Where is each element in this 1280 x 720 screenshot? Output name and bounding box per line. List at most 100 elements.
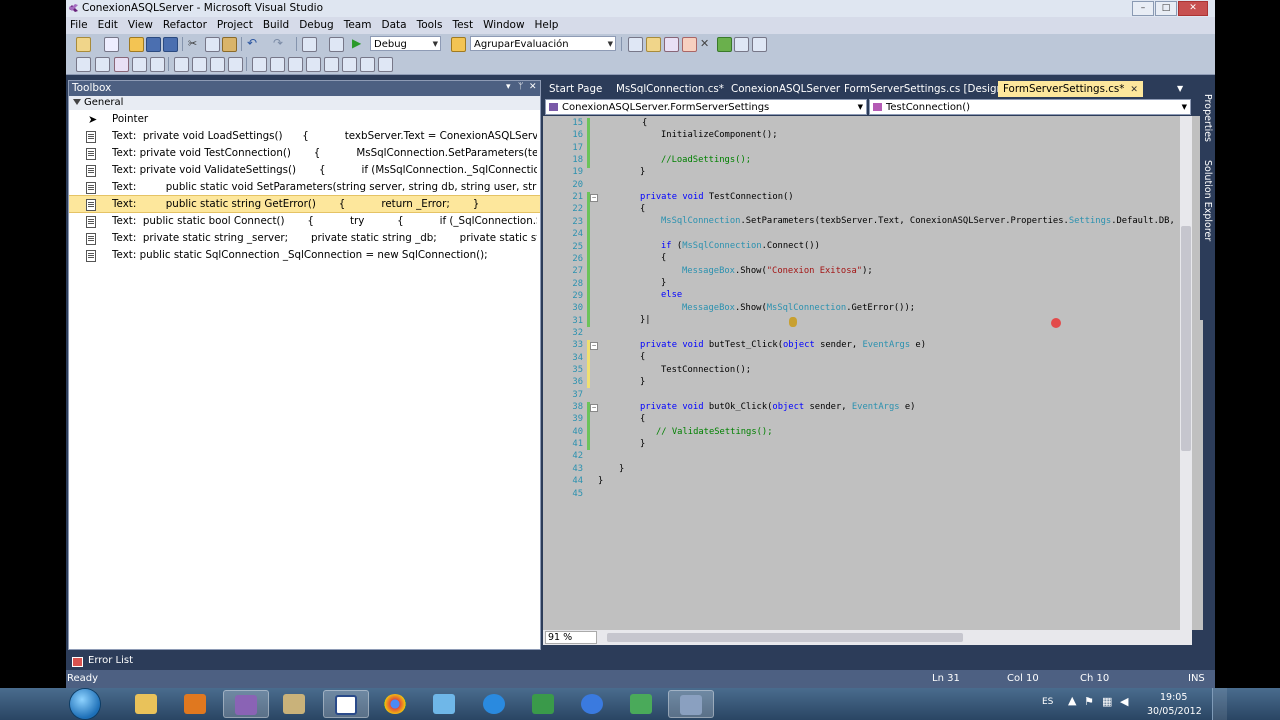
redo-icon[interactable]: ↷ xyxy=(273,37,286,50)
toolbox-item-selected[interactable]: Text: public static string GetError() { … xyxy=(69,195,540,213)
extension-manager-icon[interactable] xyxy=(717,37,732,52)
menu-team[interactable]: Team xyxy=(339,17,377,34)
toggle-bookmark-icon[interactable] xyxy=(252,57,267,72)
language-indicator[interactable]: ES xyxy=(1042,697,1053,707)
taskbar-video[interactable] xyxy=(668,690,714,718)
close-tab-icon[interactable]: ✕ xyxy=(1130,85,1138,95)
menu-build[interactable]: Build xyxy=(258,17,294,34)
maximize-button[interactable]: □ xyxy=(1155,1,1177,16)
copy-icon[interactable] xyxy=(205,37,220,52)
navigate-backward-icon[interactable] xyxy=(302,37,317,52)
parameter-info-icon[interactable] xyxy=(95,57,110,72)
toolbox-item[interactable]: Text: public static bool Connect() { try… xyxy=(69,213,540,230)
properties-tab[interactable]: Properties xyxy=(1202,94,1213,142)
command-window-icon[interactable] xyxy=(752,37,767,52)
find-in-files-icon[interactable] xyxy=(451,37,466,52)
uncomment-icon[interactable] xyxy=(210,57,225,72)
new-project-icon[interactable] xyxy=(76,37,91,52)
error-list-tab[interactable]: Error List xyxy=(68,653,148,669)
menu-debug[interactable]: Debug xyxy=(294,17,339,34)
quick-info-icon[interactable] xyxy=(114,57,129,72)
taskbar-media-player[interactable] xyxy=(173,690,219,718)
taskbar-itunes[interactable] xyxy=(570,690,616,718)
action-center-flag-icon[interactable]: ⚑ xyxy=(1084,695,1094,708)
properties-icon[interactable] xyxy=(646,37,661,52)
start-debugging-icon[interactable]: ▶ xyxy=(352,37,365,50)
taskbar-window[interactable] xyxy=(323,690,369,718)
toolbox-item[interactable]: Text: public static void SetParameters(s… xyxy=(69,179,540,196)
toolbox-icon[interactable] xyxy=(682,37,697,52)
menu-project[interactable]: Project xyxy=(212,17,258,34)
complete-word-icon[interactable] xyxy=(132,57,147,72)
menu-help[interactable]: Help xyxy=(530,17,564,34)
solution-configuration-select[interactable]: Debug ▼ xyxy=(370,36,441,51)
window-position-icon[interactable]: ▾ xyxy=(506,82,511,92)
navigate-forward-icon[interactable] xyxy=(329,37,344,52)
menu-test[interactable]: Test xyxy=(447,17,478,34)
object-list-icon[interactable] xyxy=(76,57,91,72)
taskbar-visual-studio[interactable] xyxy=(223,690,269,718)
indent-icon[interactable] xyxy=(150,57,165,72)
add-item-icon[interactable] xyxy=(104,37,119,52)
toolbox-item[interactable]: Text: private void TestConnection() { Ms… xyxy=(69,145,540,162)
pin-icon[interactable]: ᛘ xyxy=(518,82,523,92)
previous-bookmark-document-icon[interactable] xyxy=(342,57,357,72)
menu-window[interactable]: Window xyxy=(478,17,529,34)
menu-refactor[interactable]: Refactor xyxy=(158,17,212,34)
menu-data[interactable]: Data xyxy=(376,17,411,34)
clock-date[interactable]: 30/05/2012 xyxy=(1147,706,1202,717)
type-navigation-dropdown[interactable]: ConexionASQLServer.FormServerSettings ▼ xyxy=(545,99,867,115)
tools-icon[interactable]: ✕ xyxy=(700,37,713,50)
tab-start-page[interactable]: Start Page xyxy=(544,81,607,97)
volume-icon[interactable]: ◀ xyxy=(1120,695,1128,708)
clock-time[interactable]: 19:05 xyxy=(1160,692,1187,703)
solution-explorer-tab[interactable]: Solution Explorer xyxy=(1202,160,1213,241)
next-bookmark-folder-icon[interactable] xyxy=(324,57,339,72)
zoom-level[interactable]: 91 % xyxy=(545,631,597,644)
horizontal-scroll-thumb[interactable] xyxy=(607,633,963,642)
network-icon[interactable]: ▦ xyxy=(1102,695,1112,708)
cut-icon[interactable]: ✂ xyxy=(188,37,201,50)
toolbox-item[interactable]: Text: private static string _server; pri… xyxy=(69,230,540,247)
open-folder-icon[interactable] xyxy=(129,37,144,52)
close-button[interactable]: ✕ xyxy=(1178,1,1208,16)
taskbar-messenger[interactable] xyxy=(619,690,665,718)
member-navigation-dropdown[interactable]: TestConnection() ▼ xyxy=(869,99,1191,115)
toolbox-item[interactable]: Text: private void LoadSettings() { texb… xyxy=(69,128,540,145)
save-all-icon[interactable] xyxy=(163,37,178,52)
taskbar-explorer[interactable] xyxy=(124,690,170,718)
show-hidden-icons[interactable]: ▲ xyxy=(1068,694,1076,707)
taskbar-notes[interactable] xyxy=(422,690,468,718)
toolbox-item-pointer[interactable]: ➤ Pointer xyxy=(69,111,540,128)
tab-formserversettings-cs[interactable]: FormServerSettings.cs* ✕ xyxy=(998,81,1143,97)
close-icon[interactable]: ✕ xyxy=(529,82,537,92)
clear-bookmarks-icon[interactable] xyxy=(378,57,393,72)
find-combo[interactable]: AgruparEvaluación ▼ xyxy=(470,36,616,51)
tab-list-dropdown-icon[interactable]: ▼ xyxy=(1172,81,1188,97)
taskbar-internet-explorer[interactable] xyxy=(472,690,518,718)
tab-conexionasqlserver[interactable]: ConexionASQLServer xyxy=(726,81,845,97)
menu-edit[interactable]: Edit xyxy=(93,17,123,34)
taskbar-tools[interactable] xyxy=(272,690,318,718)
toolbox-item[interactable]: Text: private void ValidateSettings() { … xyxy=(69,162,540,179)
undo-icon[interactable]: ↶ xyxy=(247,37,260,50)
paste-icon[interactable] xyxy=(222,37,237,52)
menu-tools[interactable]: Tools xyxy=(412,17,448,34)
solution-explorer-icon[interactable] xyxy=(628,37,643,52)
tab-mssqlconnection[interactable]: MsSqlConnection.cs* xyxy=(611,81,729,97)
minimize-button[interactable]: – xyxy=(1132,1,1154,16)
previous-bookmark-folder-icon[interactable] xyxy=(306,57,321,72)
save-icon[interactable] xyxy=(146,37,161,52)
vertical-scroll-thumb[interactable] xyxy=(1181,226,1191,451)
tab-formserversettings-design[interactable]: FormServerSettings.cs [Design]* xyxy=(839,81,1017,97)
start-page-icon[interactable] xyxy=(734,37,749,52)
comment-icon[interactable] xyxy=(192,57,207,72)
next-bookmark-icon[interactable] xyxy=(288,57,303,72)
bookmark-icon[interactable] xyxy=(228,57,243,72)
menu-view[interactable]: View xyxy=(123,17,158,34)
next-bookmark-document-icon[interactable] xyxy=(360,57,375,72)
collapse-region-icon[interactable]: − xyxy=(590,404,598,412)
show-desktop-button[interactable] xyxy=(1212,688,1227,720)
taskbar-project[interactable] xyxy=(521,690,567,718)
vertical-scrollbar[interactable] xyxy=(1180,116,1192,630)
